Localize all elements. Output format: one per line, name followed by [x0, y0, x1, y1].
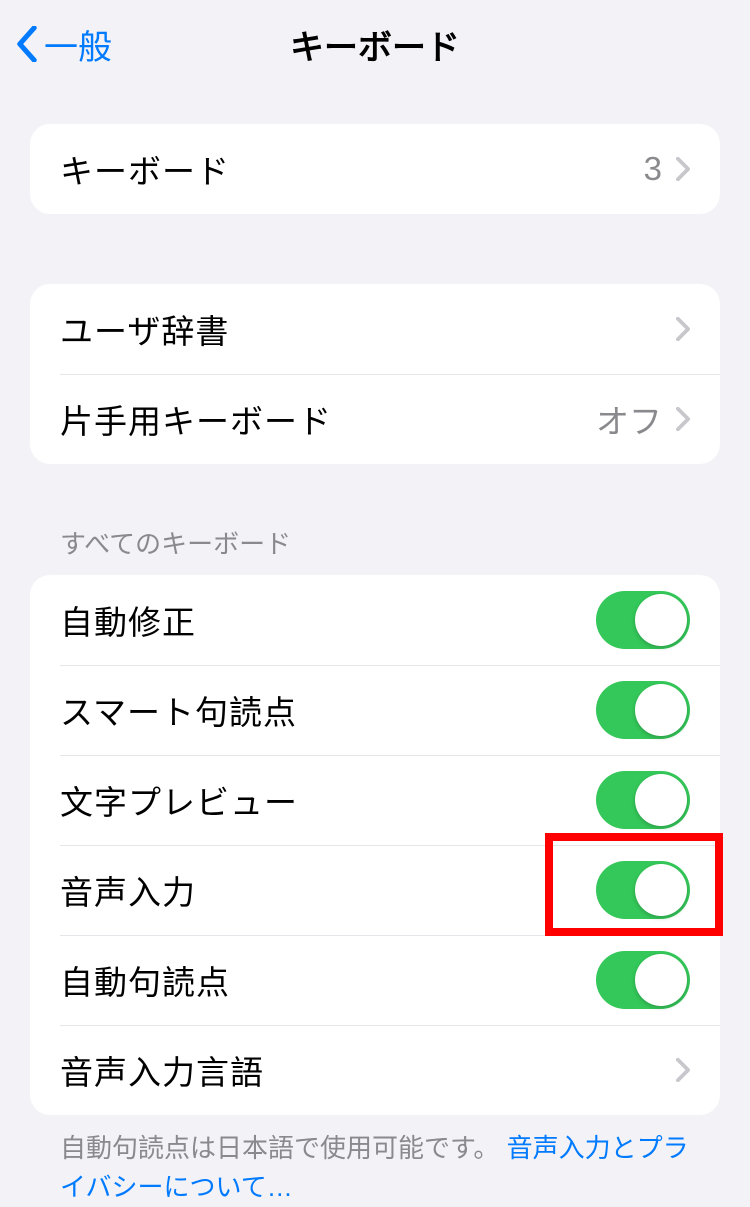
back-label: 一般 — [44, 20, 112, 69]
toggle-knob — [635, 954, 687, 1006]
cell-label: ユーザ辞書 — [60, 305, 229, 353]
page-title: キーボード — [290, 20, 460, 69]
cell-auto-correction: 自動修正 — [30, 575, 720, 665]
cell-value: オフ — [596, 395, 662, 443]
cell-label: 音声入力言語 — [60, 1046, 264, 1094]
cell-accessory — [676, 317, 690, 341]
toggle-knob — [635, 864, 687, 916]
cell-label: 片手用キーボード — [60, 395, 332, 443]
cell-accessory: 3 — [644, 150, 690, 188]
cell-label: 音声入力 — [60, 866, 196, 914]
cell-accessory — [676, 1058, 690, 1082]
toggle-dictation[interactable] — [596, 861, 690, 919]
cell-dictation-languages[interactable]: 音声入力言語 — [30, 1025, 720, 1115]
cell-one-handed-keyboard[interactable]: 片手用キーボード オフ — [30, 374, 720, 464]
toggle-knob — [635, 684, 687, 736]
chevron-right-icon — [676, 1058, 690, 1082]
chevron-right-icon — [676, 317, 690, 341]
chevron-right-icon — [676, 407, 690, 431]
toggle-auto-punctuation[interactable] — [596, 951, 690, 1009]
toggle-character-preview[interactable] — [596, 771, 690, 829]
toggle-knob — [635, 774, 687, 826]
group-all-keyboards: 自動修正 スマート句読点 文字プレビュー 音声入力 自動句読点 — [30, 575, 720, 1115]
cell-smart-punctuation: スマート句読点 — [30, 665, 720, 755]
section-footer: 自動句読点は日本語で使用可能です。 音声入力とプライバシーについて… — [30, 1115, 720, 1207]
cell-character-preview: 文字プレビュー — [30, 755, 720, 845]
cell-label: 文字プレビュー — [60, 776, 298, 824]
section-header-all-keyboards: すべてのキーボード — [30, 524, 720, 575]
cell-value: 3 — [644, 150, 662, 188]
cell-user-dictionary[interactable]: ユーザ辞書 — [30, 284, 720, 374]
footer-text: 自動句読点は日本語で使用可能です。 — [60, 1133, 499, 1163]
chevron-right-icon — [676, 157, 690, 181]
group-dictionary: ユーザ辞書 片手用キーボード オフ — [30, 284, 720, 464]
cell-label: キーボード — [60, 145, 230, 193]
cell-label: スマート句読点 — [60, 686, 297, 734]
navigation-bar: 一般 キーボード — [0, 0, 750, 88]
toggle-knob — [635, 594, 687, 646]
cell-label: 自動修正 — [60, 596, 196, 644]
cell-auto-punctuation: 自動句読点 — [30, 935, 720, 1025]
toggle-smart-punctuation[interactable] — [596, 681, 690, 739]
cell-dictation: 音声入力 — [30, 845, 720, 935]
back-button[interactable]: 一般 — [16, 20, 112, 69]
cell-accessory: オフ — [596, 395, 690, 443]
chevron-left-icon — [16, 26, 38, 62]
cell-label: 自動句読点 — [60, 956, 230, 1004]
toggle-auto-correction[interactable] — [596, 591, 690, 649]
cell-keyboards[interactable]: キーボード 3 — [30, 124, 720, 214]
group-keyboards: キーボード 3 — [30, 124, 720, 214]
